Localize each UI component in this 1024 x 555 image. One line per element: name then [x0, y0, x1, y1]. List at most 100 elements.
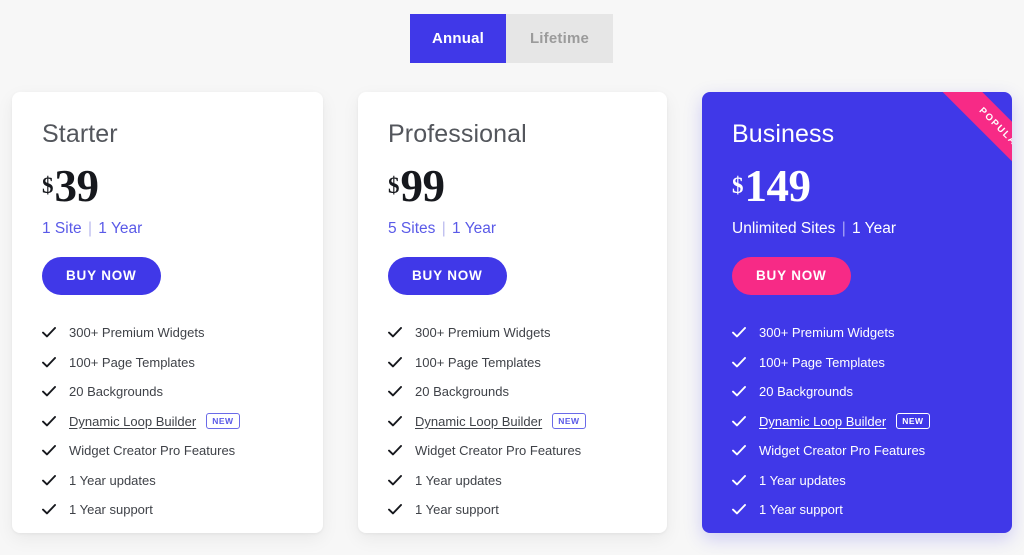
plan-name: Starter	[42, 120, 118, 148]
list-item: 20 Backgrounds	[732, 377, 982, 407]
check-icon	[732, 415, 749, 427]
plan-term: 1 Year	[852, 220, 896, 238]
plan-name: Professional	[388, 120, 527, 148]
feature-label: 100+ Page Templates	[415, 354, 541, 370]
pricing-card-starter[interactable]: Starter $ 39 1 Site | 1 Year BUY NOW 300…	[12, 92, 323, 533]
check-icon	[42, 415, 59, 427]
list-item: 300+ Premium Widgets	[388, 318, 637, 348]
feature-label: Widget Creator Pro Features	[415, 443, 582, 459]
terms-separator: |	[841, 220, 846, 238]
check-icon	[732, 386, 749, 397]
check-icon	[388, 415, 405, 427]
plan-terms: 1 Site | 1 Year	[42, 221, 293, 237]
terms-separator: |	[87, 220, 92, 238]
feature-label: 100+ Page Templates	[69, 354, 195, 370]
list-item: 20 Backgrounds	[42, 377, 293, 407]
buy-now-button[interactable]: BUY NOW	[42, 256, 161, 295]
feature-label: 1 Year updates	[69, 472, 156, 488]
new-badge: NEW	[552, 413, 586, 430]
list-item: Widget Creator Pro Features	[388, 436, 637, 466]
feature-label: Widget Creator Pro Features	[69, 443, 236, 459]
billing-period-toggle: Annual Lifetime	[410, 14, 613, 63]
feature-label: 1 Year support	[415, 502, 499, 518]
popular-ribbon-label: POPULAR	[976, 105, 1012, 155]
feature-list: 300+ Premium Widgets 100+ Page Templates…	[732, 318, 982, 525]
list-item: Widget Creator Pro Features	[42, 436, 293, 466]
plan-term: 1 Year	[98, 220, 143, 238]
plan-term: 1 Year	[452, 220, 497, 238]
list-item: Dynamic Loop Builder NEW	[388, 406, 637, 436]
plan-sites: 5 Sites	[388, 220, 436, 238]
check-icon	[42, 356, 59, 368]
check-icon	[388, 474, 405, 486]
feature-label: Widget Creator Pro Features	[759, 443, 926, 459]
check-icon	[42, 327, 59, 338]
price-amount: 149	[744, 161, 812, 211]
feature-label: 20 Backgrounds	[415, 384, 509, 400]
currency-symbol: $	[388, 173, 400, 198]
plan-terms: Unlimited Sites | 1 Year	[732, 221, 982, 237]
plan-sites: 1 Site	[42, 220, 82, 238]
pricing-cards: Starter $ 39 1 Site | 1 Year BUY NOW 300…	[0, 92, 1024, 537]
check-icon	[42, 474, 59, 486]
check-icon	[42, 386, 59, 397]
billing-toggle-lifetime[interactable]: Lifetime	[506, 14, 613, 63]
list-item: Dynamic Loop Builder NEW	[42, 406, 293, 436]
plan-price: $ 149	[732, 161, 982, 211]
check-icon	[732, 327, 749, 338]
feature-label: 1 Year updates	[415, 472, 502, 488]
feature-label: 300+ Premium Widgets	[759, 325, 895, 341]
list-item: 300+ Premium Widgets	[732, 318, 982, 348]
feature-link[interactable]: Dynamic Loop Builder	[415, 415, 542, 428]
price-amount: 99	[400, 161, 446, 211]
list-item: 100+ Page Templates	[732, 347, 982, 377]
new-badge: NEW	[206, 413, 240, 430]
feature-label: 1 Year updates	[759, 472, 846, 488]
check-icon	[388, 356, 405, 368]
buy-now-button[interactable]: BUY NOW	[732, 256, 851, 295]
plan-terms: 5 Sites | 1 Year	[388, 221, 637, 237]
feature-link[interactable]: Dynamic Loop Builder	[759, 415, 886, 428]
check-icon	[388, 445, 405, 456]
feature-label: 1 Year support	[69, 502, 153, 518]
list-item: 1 Year support	[732, 495, 982, 525]
new-badge: NEW	[896, 413, 930, 430]
plan-sites: Unlimited Sites	[732, 220, 836, 238]
feature-list: 300+ Premium Widgets 100+ Page Templates…	[42, 318, 293, 525]
pricing-card-professional[interactable]: Professional $ 99 5 Sites | 1 Year BUY N…	[358, 92, 667, 533]
feature-label: 20 Backgrounds	[759, 384, 853, 400]
check-icon	[732, 474, 749, 486]
list-item: 1 Year support	[42, 495, 293, 525]
list-item: 100+ Page Templates	[388, 347, 637, 377]
check-icon	[732, 356, 749, 368]
currency-symbol: $	[42, 173, 54, 198]
feature-label: 1 Year support	[759, 502, 843, 518]
check-icon	[732, 504, 749, 515]
check-icon	[388, 386, 405, 397]
check-icon	[732, 445, 749, 456]
feature-label: 300+ Premium Widgets	[69, 325, 205, 341]
plan-name: Business	[732, 120, 835, 148]
feature-list: 300+ Premium Widgets 100+ Page Templates…	[388, 318, 637, 525]
list-item: 20 Backgrounds	[388, 377, 637, 407]
billing-toggle-annual[interactable]: Annual	[410, 14, 506, 63]
check-icon	[42, 445, 59, 456]
check-icon	[42, 504, 59, 515]
price-amount: 39	[54, 161, 100, 211]
check-icon	[388, 327, 405, 338]
plan-price: $ 39	[42, 161, 293, 211]
list-item: Dynamic Loop Builder NEW	[732, 406, 982, 436]
buy-now-button[interactable]: BUY NOW	[388, 256, 507, 295]
plan-price: $ 99	[388, 161, 637, 211]
terms-separator: |	[441, 220, 446, 238]
list-item: 1 Year updates	[388, 465, 637, 495]
list-item: Widget Creator Pro Features	[732, 436, 982, 466]
check-icon	[388, 504, 405, 515]
list-item: 300+ Premium Widgets	[42, 318, 293, 348]
feature-label: 300+ Premium Widgets	[415, 325, 551, 341]
list-item: 1 Year updates	[42, 465, 293, 495]
feature-link[interactable]: Dynamic Loop Builder	[69, 415, 196, 428]
currency-symbol: $	[732, 173, 744, 198]
feature-label: 20 Backgrounds	[69, 384, 163, 400]
pricing-card-business[interactable]: POPULAR Business $ 149 Unlimited Sites |…	[702, 92, 1012, 533]
